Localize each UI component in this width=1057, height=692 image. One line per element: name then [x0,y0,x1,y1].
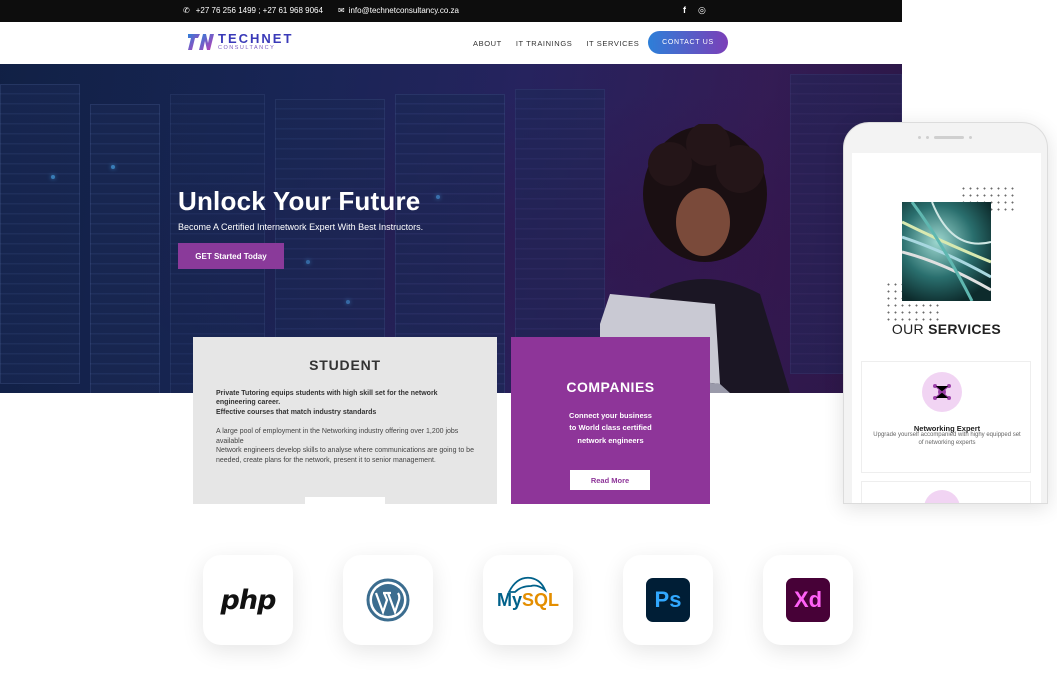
logo-mark-icon [188,31,214,53]
nav-item-it-services[interactable]: IT SERVICES [586,39,639,48]
nav-item-about[interactable]: ABOUT [473,39,502,48]
hero-title: Unlock Your Future [178,186,421,216]
facebook-icon[interactable]: f [683,5,686,16]
mysql-logo-icon: MySQL [497,576,559,611]
nav-menu: ABOUT IT TRAININGS IT SERVICES [473,39,639,48]
instagram-icon[interactable]: ◎ [698,5,706,16]
student-card-title: STUDENT [309,357,381,373]
network-cables-image [902,202,991,301]
photoshop-logo-icon: Ps [646,578,690,622]
dolphin-icon [507,576,547,593]
service-icon-circle [924,490,960,503]
companies-line-3: network engineers [577,435,644,445]
network-node-icon [922,372,962,412]
companies-line-2: to World class certified [569,423,652,433]
student-bold-line-2: Effective courses that match industry st… [216,408,377,416]
get-started-button[interactable]: GET Started Today [178,243,284,269]
brand-logo[interactable]: TECHNET CONSULTANCY [188,31,293,53]
brand-name: TECHNET [218,31,294,47]
brand-tagline: CONSULTANCY [218,45,276,52]
php-logo-tile: php [203,555,293,645]
email-address[interactable]: info@technetconsultancy.co.za [349,6,459,15]
wordpress-logo-tile [343,555,433,645]
companies-line-1: Connect your business [569,411,652,420]
our-services-heading: OUR SERVICES [891,321,1002,337]
envelope-icon: ✉ [338,6,345,15]
social-links: f ◎ [683,5,706,16]
service-description: Upgrade yourself accompanied with highy … [873,432,1021,447]
service-card-networking[interactable]: Networking Expert Upgrade yourself accom… [861,361,1031,473]
wordpress-logo-icon [366,578,410,622]
top-contact-bar: ✆ +27 76 256 1499 ; +27 61 968 9064 ✉ in… [0,0,902,22]
phone-numbers: +27 76 256 1499 ; +27 61 968 9064 [195,6,323,15]
adobe-xd-logo-tile: Xd [763,555,853,645]
student-paragraph-2: Network engineers develop skills to anal… [216,447,474,464]
mysql-logo-tile: MySQL [483,555,573,645]
phone-icon: ✆ [183,6,190,15]
desktop-website-mockup: ✆ +27 76 256 1499 ; +27 61 968 9064 ✉ in… [0,0,902,504]
phone-contact: ✆ +27 76 256 1499 ; +27 61 968 9064 [183,6,323,15]
nav-item-it-trainings[interactable]: IT TRAININGS [516,39,573,48]
hero-subtitle: Become A Certified Internetwork Expert W… [178,222,424,232]
phone-notch [902,133,988,141]
companies-card: COMPANIES Connect your business to World… [511,337,710,504]
showcase-stage: ✆ +27 76 256 1499 ; +27 61 968 9064 ✉ in… [0,0,1057,692]
mobile-phone-mockup: OUR SERVICES Networking Expert Upgrade y… [843,122,1048,504]
contact-us-button[interactable]: CONTACT US [648,31,728,54]
student-bold-line-1: Private Tutoring equips students with hi… [216,390,438,407]
student-read-more-button[interactable] [305,497,385,504]
student-card: STUDENT Private Tutoring equips students… [193,337,497,504]
adobe-xd-logo-icon: Xd [786,578,830,622]
photoshop-logo-tile: Ps [623,555,713,645]
read-more-button[interactable]: Read More [570,470,650,490]
email-contact[interactable]: ✉ info@technetconsultancy.co.za [338,6,459,15]
student-paragraph-1: A large pool of employment in the Networ… [216,428,459,445]
mobile-screen: OUR SERVICES Networking Expert Upgrade y… [852,153,1041,503]
php-logo-icon: php [220,584,277,616]
main-navbar: TECHNET CONSULTANCY ABOUT IT TRAININGS I… [0,22,902,64]
service-card-second[interactable] [861,481,1031,503]
companies-card-title: COMPANIES [566,379,655,395]
companies-description: Connect your business to World class cer… [511,410,710,447]
